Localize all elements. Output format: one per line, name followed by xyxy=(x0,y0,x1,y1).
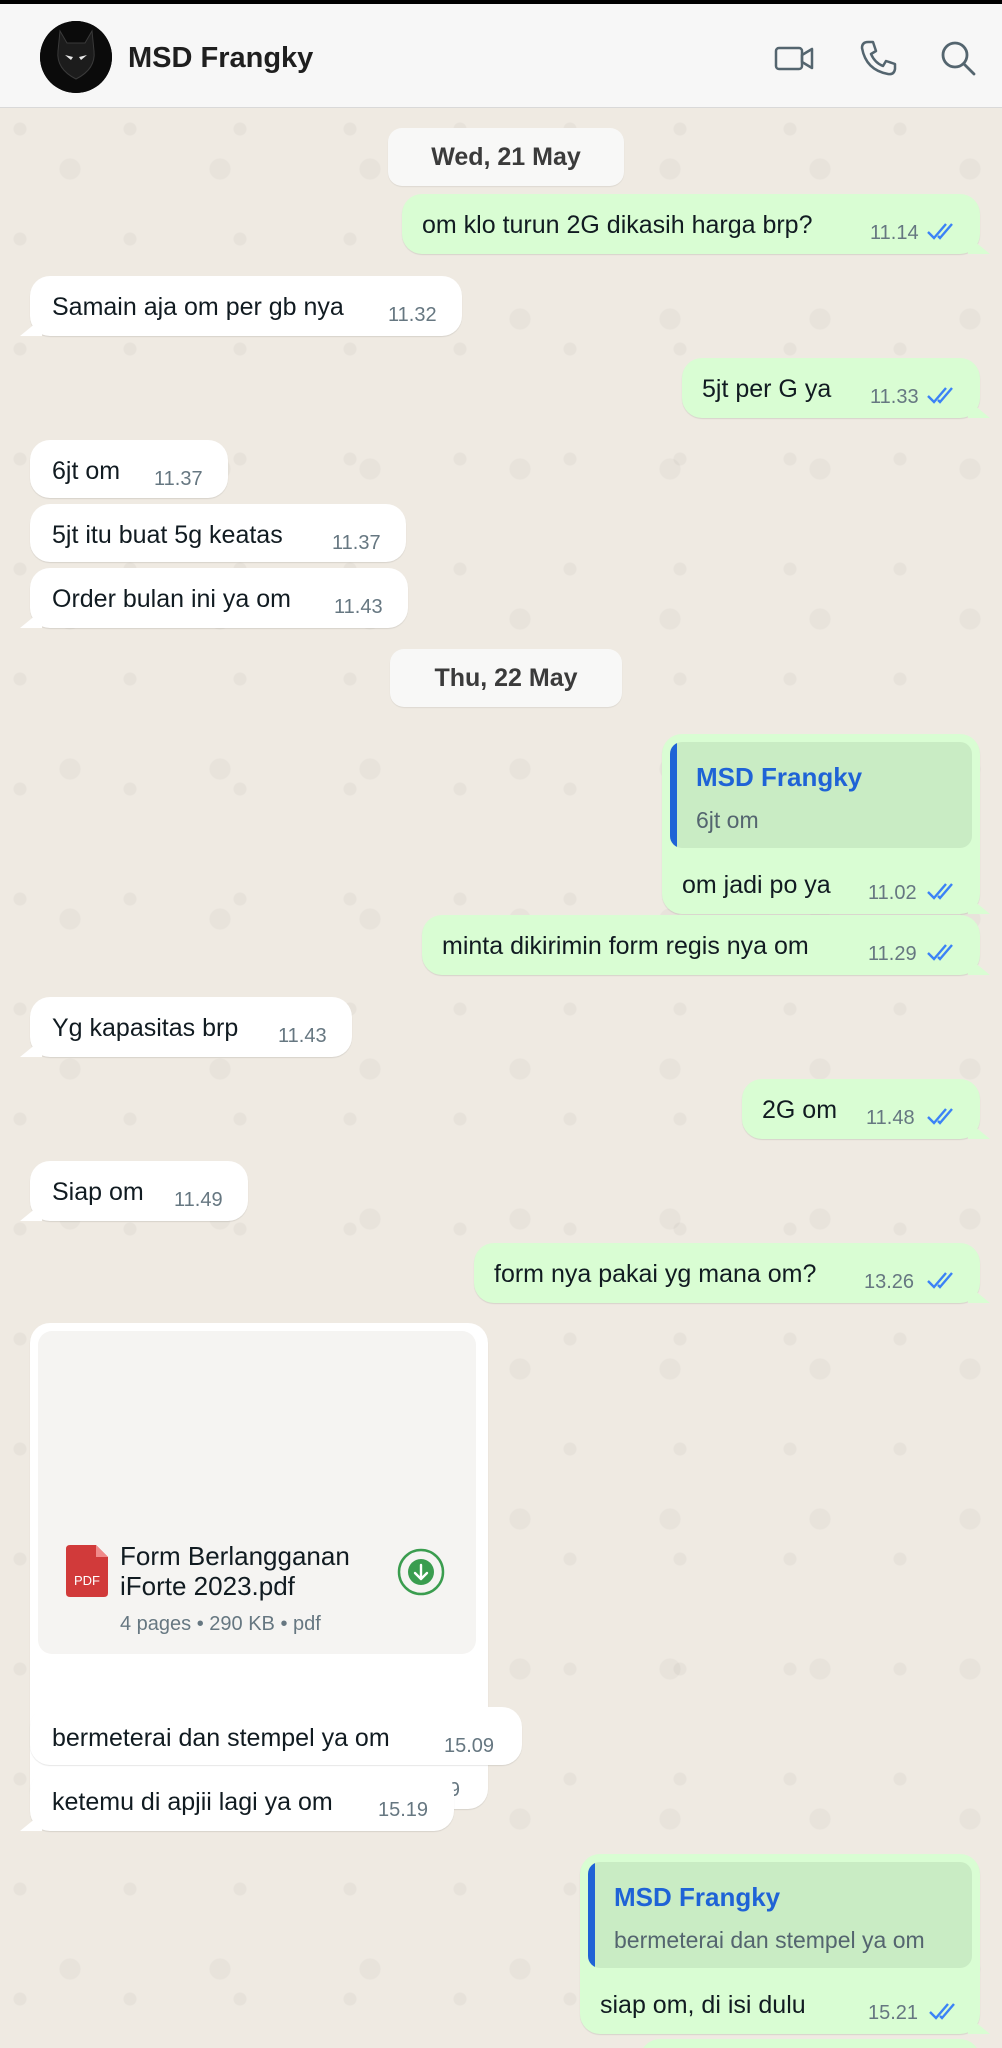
message-time: 11.43 xyxy=(334,596,383,618)
read-receipt-icon xyxy=(927,883,953,900)
message-text: 5jt per G ya xyxy=(702,375,832,403)
message-text: Order bulan ini ya om xyxy=(52,585,292,613)
incoming-message[interactable]: bermeterai dan stempel ya om 15.09 xyxy=(30,1707,522,1765)
incoming-message[interactable]: 5jt itu buat 5g keatas 11.37 xyxy=(30,504,406,562)
quoted-message[interactable]: MSD Frangky bermeterai dan stempel ya om xyxy=(588,1862,972,1968)
quote-accent-bar xyxy=(588,1862,595,1968)
quote-author: MSD Frangky xyxy=(614,1882,781,1912)
message-time: 15.09 xyxy=(444,1735,495,1757)
document-name-line1: Form Berlangganan xyxy=(120,1541,350,1571)
chat-area[interactable]: Wed, 21 May om klo turun 2G dikasih harg… xyxy=(0,109,1002,2048)
message-text: bermeterai dan stempel ya om xyxy=(52,1724,390,1752)
outgoing-reply-message[interactable]: MSD Frangky bermeterai dan stempel ya om… xyxy=(580,1854,980,2034)
message-text: om jadi po ya xyxy=(682,871,831,899)
message-text: Samain aja om per gb nya xyxy=(52,293,344,321)
message-time: 11.37 xyxy=(154,468,203,490)
avatar[interactable] xyxy=(40,21,112,93)
incoming-message[interactable]: Order bulan ini ya om 11.43 xyxy=(30,568,408,628)
outgoing-message[interactable]: 5jt per G ya 11.33 xyxy=(682,358,980,418)
message-time: 11.43 xyxy=(278,1025,327,1047)
quote-text: 6jt om xyxy=(696,807,759,833)
message-time: 15.19 xyxy=(378,1799,429,1821)
message-time: 11.14 xyxy=(870,222,919,244)
message-text: form nya pakai yg mana om? xyxy=(494,1260,817,1288)
message-text: 2G om xyxy=(762,1096,838,1124)
read-receipt-icon xyxy=(927,387,953,404)
message-text: Siap om xyxy=(52,1178,144,1206)
message-time: 11.29 xyxy=(868,943,917,965)
read-receipt-icon xyxy=(927,223,953,240)
pdf-file-icon: PDF xyxy=(66,1545,108,1597)
contact-name[interactable]: MSD Frangky xyxy=(128,42,313,75)
download-icon[interactable] xyxy=(396,1547,446,1597)
chat-header: MSD Frangky xyxy=(0,4,1002,108)
voice-call-icon[interactable] xyxy=(856,36,900,80)
outgoing-message[interactable]: 2G om 11.48 xyxy=(742,1079,980,1139)
outgoing-message[interactable]: form nya pakai yg mana om? 13.26 xyxy=(474,1243,980,1303)
date-separator: Thu, 22 May xyxy=(390,649,622,707)
message-time: 11.49 xyxy=(174,1189,223,1211)
document-name-line2: iForte 2023.pdf xyxy=(120,1571,295,1601)
outgoing-message[interactable]: minta dikirimin form regis nya om 11.29 xyxy=(422,915,980,975)
outgoing-message[interactable]: om klo turun 2G dikasih harga brp? 11.14 xyxy=(402,194,980,254)
read-receipt-icon xyxy=(927,944,953,961)
message-time: 11.02 xyxy=(868,882,917,904)
video-call-icon[interactable] xyxy=(772,36,816,80)
quote-accent-bar xyxy=(670,742,677,848)
message-time: 15.21 xyxy=(868,2002,919,2024)
read-receipt-icon xyxy=(927,1108,953,1125)
message-text: om klo turun 2G dikasih harga brp? xyxy=(422,211,813,239)
svg-text:PDF: PDF xyxy=(74,1573,100,1588)
message-text: siap om, di isi dulu xyxy=(600,1991,806,2019)
message-text: Yg kapasitas brp xyxy=(52,1014,239,1042)
message-time: 11.33 xyxy=(870,386,919,408)
message-text: 6jt om xyxy=(52,457,121,485)
message-text: 5jt itu buat 5g keatas xyxy=(52,521,283,549)
message-time: 11.32 xyxy=(388,304,437,326)
quote-author: MSD Frangky xyxy=(696,762,863,792)
outgoing-reply-message[interactable]: MSD Frangky 6jt om om jadi po ya 11.02 xyxy=(662,734,980,914)
incoming-message[interactable]: ketemu di apjii lagi ya om 15.19 xyxy=(30,1771,454,1831)
message-text: minta dikirimin form regis nya om xyxy=(442,932,809,960)
message-text: ketemu di apjii lagi ya om xyxy=(52,1788,333,1816)
quoted-message[interactable]: MSD Frangky 6jt om xyxy=(670,742,972,848)
quote-text: bermeterai dan stempel ya om xyxy=(614,1927,925,1953)
document-preview[interactable]: PDF Form Berlangganan iForte 2023.pdf 4 … xyxy=(38,1331,476,1654)
search-icon[interactable] xyxy=(936,36,980,80)
date-separator: Wed, 21 May xyxy=(388,128,624,186)
message-time: 13.26 xyxy=(864,1271,915,1293)
read-receipt-icon xyxy=(927,1272,953,1289)
read-receipt-icon xyxy=(929,2003,955,2020)
document-meta: 4 pages • 290 KB • pdf xyxy=(120,1613,321,1635)
message-time: 11.37 xyxy=(332,532,381,554)
message-time: 11.48 xyxy=(866,1107,915,1129)
incoming-message[interactable]: Samain aja om per gb nya 11.32 xyxy=(30,276,462,336)
batman-avatar-icon xyxy=(40,21,112,93)
incoming-message[interactable]: 6jt om 11.37 xyxy=(30,440,228,498)
document-name: Form Berlangganan iForte 2023.pdf xyxy=(120,1541,350,1601)
incoming-message[interactable]: Yg kapasitas brp 11.43 xyxy=(30,997,352,1057)
outgoing-message-partial[interactable] xyxy=(640,2039,980,2048)
incoming-message[interactable]: Siap om 11.49 xyxy=(30,1161,248,1221)
